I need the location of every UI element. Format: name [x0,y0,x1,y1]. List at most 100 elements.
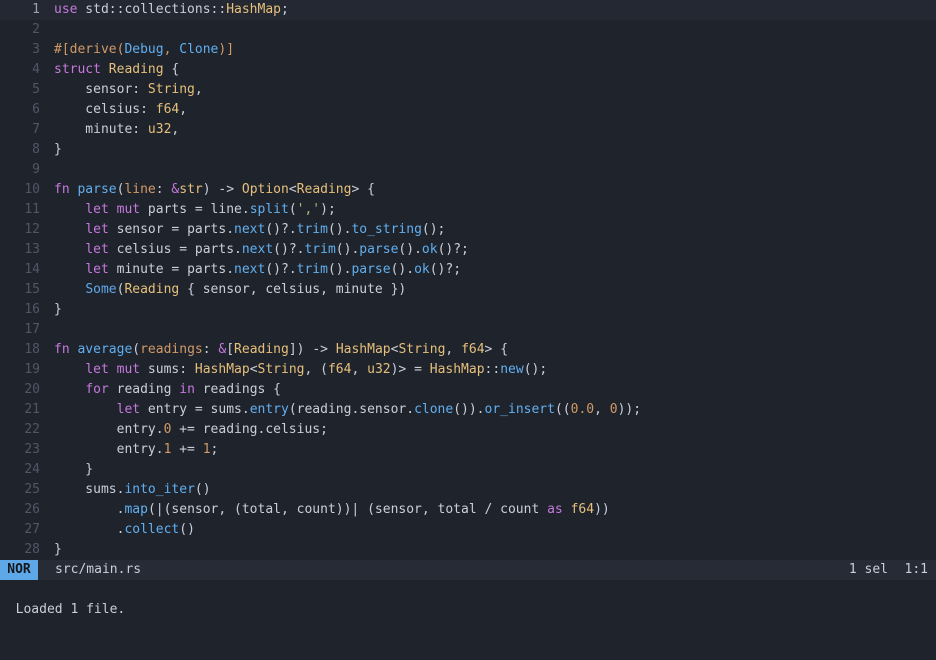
code-line[interactable]: 6 celsius: f64, [0,100,936,120]
token: minute: [54,122,148,137]
code-line[interactable]: 20 for reading in readings { [0,380,936,400]
code-line[interactable]: 21 let entry = sums.entry(reading.sensor… [0,400,936,420]
code-line[interactable]: 26 .map(|(sensor, (total, count))| (sens… [0,500,936,520]
token: split [249,202,289,217]
token: ()?. [265,262,297,277]
token: ()?; [437,242,469,257]
token: (). [398,242,422,257]
token: , [171,122,180,137]
token: Clone [179,42,219,57]
token: let [85,242,109,257]
file-path: src/main.rs [55,562,142,577]
line-number: 25 [24,482,40,497]
token: parse [359,242,399,257]
token: )) [594,502,610,517]
code-line[interactable]: 15 Some(Reading { sensor, celsius, minut… [0,280,936,300]
token: , ( [304,362,328,377]
line-number: 16 [24,302,40,317]
line-number: 1 [32,2,40,17]
line-text: } [54,540,62,560]
token: let [85,222,109,237]
line-number: 19 [24,362,40,377]
code-line[interactable]: 8} [0,140,936,160]
token: += [171,442,203,457]
code-line[interactable]: 3 #[derive(Debug, Clone)] [0,40,936,60]
code-line[interactable]: 7 minute: u32, [0,120,936,140]
token: Reading [234,342,289,357]
token: line [124,182,156,197]
token: let [85,262,109,277]
line-text: minute: u32, [54,120,179,140]
token: next [241,242,274,257]
code-line[interactable]: 14 let minute = parts.next()?.trim().par… [0,260,936,280]
code-line[interactable]: 2 [0,20,936,40]
code-line[interactable]: 24 } [0,460,936,480]
line-number: 6 [32,102,40,117]
code-line[interactable]: 4 struct Reading { [0,60,936,80]
token: entry [249,402,289,417]
line-text: sensor: String, [54,80,202,100]
code-line[interactable]: 9 [0,160,936,180]
selection-count: 1 sel [848,562,888,577]
code-line[interactable]: 1 use std::collections::HashMap; [0,0,936,20]
token: (|(sensor, (total, count))| (sensor, tot… [147,502,548,517]
code-line[interactable]: 16} [0,300,936,320]
token: () [194,482,211,497]
code-line[interactable]: 5 sensor: String, [0,80,936,100]
line-text: fn parse(line: &str) -> Option<Reading> … [54,180,375,200]
token: for [85,382,109,397]
line-text: sums.into_iter() [54,480,211,500]
line-number: 12 [24,222,40,237]
token: HashMap [429,362,485,377]
line-text: let sensor = parts.next()?.trim().to_str… [54,220,445,240]
token: { [163,62,180,77]
line-text: celsius: f64, [54,100,187,120]
token: : [202,342,219,357]
token: HashMap [194,362,250,377]
token: ()?. [273,242,305,257]
token: (reading.sensor. [288,402,415,417]
token: String [398,342,446,357]
token: u32 [367,362,391,377]
code-line[interactable]: 23 entry.1 += 1; [0,440,936,460]
token: > { [484,342,509,357]
token: , [594,402,610,417]
line-text: .collect() [54,520,195,540]
token: entry = sums. [140,402,250,417]
token: () [179,522,195,537]
token: } [54,542,62,557]
token: )); [617,402,642,417]
code-line[interactable]: 11 let mut parts = line.split(','); [0,200,936,220]
token: str [179,182,203,197]
token: parts = line. [140,202,250,217]
code-line[interactable]: 12 let sensor = parts.next()?.trim().to_… [0,220,936,240]
line-text: let entry = sums.entry(reading.sensor.cl… [54,400,641,420]
code-line[interactable]: 28} [0,540,936,560]
code-line[interactable]: 25 sums.into_iter() [0,480,936,500]
token: entry. [54,442,164,457]
line-number: 8 [32,142,40,157]
token: let mut [85,362,141,377]
code-line[interactable]: 17 [0,320,936,340]
token: 0.0 [570,402,595,417]
line-number: 18 [24,342,40,357]
code-line[interactable]: 18 fn average(readings: &[Reading]) -> Ha… [0,340,936,360]
token: trim [304,242,336,257]
status-line: NOR src/main.rs 1 sel 1:1 [0,560,936,580]
token: Option [241,182,289,197]
code-line[interactable]: 10 fn parse(line: &str) -> Option<Reading… [0,180,936,200]
code-line[interactable]: 19 let mut sums: HashMap<String, (f64, u… [0,360,936,380]
code-line[interactable]: 22 entry.0 += reading.celsius; [0,420,936,440]
token: { sensor, celsius, minute }) [179,282,407,297]
token: readings { [194,382,281,397]
token: in [179,382,195,397]
token: < [249,362,258,377]
code-line[interactable]: 13 let celsius = parts.next()?.trim().pa… [0,240,936,260]
code-editor[interactable]: 1 use std::collections::HashMap; 2 3 #[deriv… [0,0,936,560]
line-number: 27 [24,522,40,537]
token: (). [327,262,352,277]
token: entry. [54,422,164,437]
token: u32 [147,122,172,137]
code-line[interactable]: 27 .collect() [0,520,936,540]
